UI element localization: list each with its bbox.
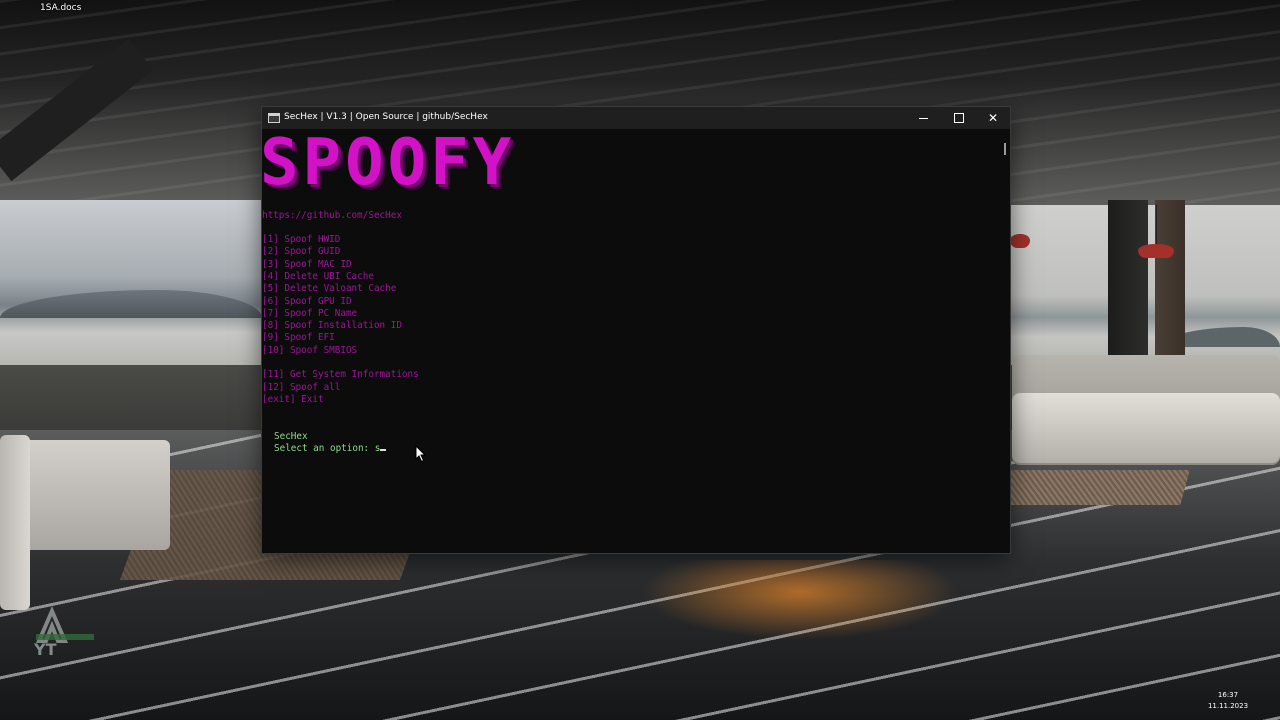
maximize-button[interactable]	[942, 107, 976, 129]
title-bar[interactable]: SecHex | V1.3 | Open Source | github/Sec…	[262, 107, 1010, 129]
console-output[interactable]: SPOOFY https://github.com/SecHex [1] Spo…	[262, 129, 1000, 553]
wallpaper-lamp-cord	[1156, 205, 1157, 245]
prompt-label: Select an option:	[274, 443, 375, 455]
menu-item: [11] Get System Informations	[262, 369, 419, 381]
wallpaper-reflection	[640, 560, 960, 640]
wallpaper-sofa-cushions	[1012, 393, 1280, 463]
scrollbar-thumb[interactable]	[1004, 143, 1006, 155]
clock-date: 11.11.2023	[1207, 702, 1249, 710]
menu-item: [1] Spoof HWID	[262, 234, 341, 245]
menu-item: [2] Spoof GUID	[262, 246, 341, 258]
close-button[interactable]: ✕	[976, 107, 1010, 129]
maximize-icon	[954, 113, 964, 123]
clock-time: 16:37	[1217, 691, 1239, 699]
wallpaper-rug-right	[1000, 470, 1190, 505]
menu-item: [3] Spoof MAC ID	[262, 258, 352, 270]
wallpaper-window-left	[0, 200, 262, 370]
wallpaper-sofa-arm	[0, 435, 30, 610]
vertical-scrollbar[interactable]	[1000, 129, 1010, 553]
input-prompt[interactable]: Select an option: s	[274, 443, 387, 455]
menu-item: [5] Delete Valoant Cache	[262, 283, 397, 295]
system-clock[interactable]: 16:37 11.11.2023	[1204, 690, 1252, 712]
menu-item: [9] Spoof EFI	[262, 332, 335, 344]
close-icon: ✕	[987, 111, 999, 125]
menu-item: [12] Spoof all	[262, 381, 341, 393]
menu-item: [10] Spoof SMBIOS	[262, 344, 358, 356]
text-caret	[380, 449, 387, 452]
console-window[interactable]: SecHex | V1.3 | Open Source | github/Sec…	[262, 107, 1010, 553]
menu-item: [4] Delete UBI Cache	[262, 270, 374, 282]
minimize-button[interactable]	[907, 107, 941, 129]
console-app-icon	[268, 113, 280, 123]
menu-item: [8] Spoof Installation ID	[262, 320, 402, 332]
spoofy-banner: SPOOFY	[262, 129, 516, 200]
desktop-icon-label[interactable]: 1SA.docs	[40, 3, 81, 13]
menu-item: [6] Spoof GPU ID	[262, 295, 352, 307]
wallpaper-pillar	[1108, 200, 1148, 360]
window-title: SecHex | V1.3 | Open Source | github/Sec…	[284, 112, 488, 122]
menu-item: [7] Spoof PC Name	[262, 307, 358, 319]
github-url: https://github.com/SecHex	[262, 210, 402, 221]
wallpaper-pillar	[1155, 200, 1185, 360]
wallpaper-lamp	[1138, 244, 1174, 258]
prompt-name: SecHex	[274, 431, 308, 442]
mouse-pointer-icon	[415, 445, 427, 463]
menu-item: [exit] Exit	[262, 393, 324, 405]
minimize-icon	[919, 118, 928, 119]
watermark-text: YT	[34, 640, 57, 659]
wallpaper-lamp	[1010, 234, 1030, 248]
wallpaper-hills	[0, 290, 262, 318]
